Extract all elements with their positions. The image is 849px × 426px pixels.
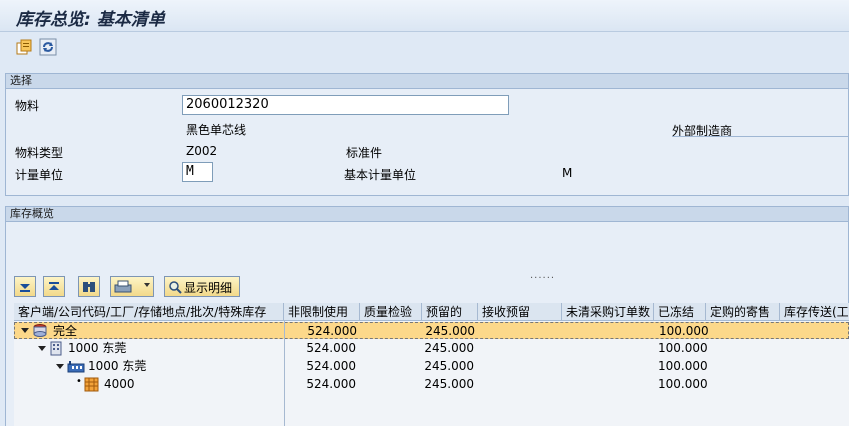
refresh-icon[interactable] (39, 38, 57, 56)
column-header-stock-transfer[interactable]: 库存传送(工 (780, 303, 849, 321)
row-label: 1000 东莞 (88, 359, 147, 373)
magnifier-icon (169, 281, 182, 294)
table-row[interactable]: 完全 524.000 245.000 100.000 (14, 322, 849, 339)
material-type-description: 标准件 (346, 146, 383, 160)
material-type-value: Z002 (186, 144, 218, 158)
title-bar: 库存总览: 基本清单 (0, 0, 849, 32)
show-details-label: 显示明细 (184, 281, 233, 295)
reserved-value: 245.000 (425, 324, 475, 338)
material-description: 黑色单芯线 (186, 123, 247, 137)
divider (672, 136, 849, 137)
expand-all-button[interactable] (14, 276, 36, 297)
column-header-reserved[interactable]: 预留的 (422, 303, 478, 321)
plant-factory-icon (67, 360, 85, 376)
selection-header: 选择 (6, 74, 848, 89)
unrestricted-value: 524.000 (306, 377, 356, 391)
leaf-node-bullet-icon: • (76, 376, 82, 387)
storage-location-icon (84, 377, 99, 395)
find-button[interactable] (78, 276, 100, 297)
column-header-blocked[interactable]: 已冻结 (654, 303, 706, 321)
company-code-icon (49, 341, 63, 359)
expand-all-icon (20, 284, 30, 292)
column-header-receipt-reservations[interactable]: 接收预留 (478, 303, 562, 321)
application-toolbar (0, 32, 849, 62)
reserved-value: 245.000 (424, 377, 474, 391)
base-uom-value: M (562, 166, 573, 180)
blocked-value: 100.000 (658, 377, 708, 391)
stock-tree-grid: 客户端/公司代码/工厂/存储地点/批次/特殊库存 非限制使用 质量检验 预留的 … (14, 303, 849, 426)
blocked-value: 100.000 (658, 359, 708, 373)
show-details-button[interactable]: 显示明细 (164, 276, 240, 297)
table-row[interactable]: 1000 东莞 524.000 245.000 100.000 (14, 358, 849, 375)
print-button[interactable] (110, 276, 154, 297)
unrestricted-value: 524.000 (306, 341, 356, 355)
material-input[interactable]: 2060012320 (182, 95, 509, 115)
row-label: 1000 东莞 (68, 341, 127, 355)
row-label: 4000 (104, 377, 135, 391)
collapse-all-button[interactable] (43, 276, 65, 297)
base-uom-label: 基本计量单位 (344, 168, 417, 182)
reserved-value: 245.000 (424, 341, 474, 355)
grid-header: 客户端/公司代码/工厂/存储地点/批次/特殊库存 非限制使用 质量检验 预留的 … (14, 303, 849, 321)
column-header-open-po-qty[interactable]: 未清采购订单数 (562, 303, 654, 321)
table-row[interactable]: • 4000 524.000 245.000 100.000 (14, 376, 849, 393)
uom-input[interactable]: M (182, 162, 213, 182)
collapse-node-icon[interactable] (56, 364, 64, 369)
dropdown-arrow-icon[interactable] (144, 283, 150, 287)
row-label: 完全 (53, 324, 78, 338)
splitter-handle[interactable]: ...... (530, 270, 555, 281)
column-divider (284, 321, 285, 426)
blocked-value: 100.000 (658, 341, 708, 355)
collapse-all-icon (49, 282, 59, 290)
column-header-hierarchy[interactable]: 客户端/公司代码/工厂/存储地点/批次/特殊库存 (14, 303, 284, 321)
material-label: 物料 (15, 99, 40, 113)
column-header-consignment-ordered[interactable]: 定购的寄售 (706, 303, 780, 321)
collapse-node-icon[interactable] (21, 328, 29, 333)
stock-overview-header: 库存概览 (6, 207, 848, 222)
blocked-value: 100.000 (659, 324, 709, 338)
column-header-quality-inspection[interactable]: 质量检验 (360, 303, 422, 321)
reserved-value: 245.000 (424, 359, 474, 373)
client-database-icon (32, 324, 48, 341)
page-title: 库存总览: 基本清单 (16, 10, 165, 30)
unrestricted-value: 524.000 (306, 359, 356, 373)
copy-document-icon[interactable] (15, 38, 33, 56)
binoculars-icon (83, 282, 95, 292)
material-type-label: 物料类型 (15, 146, 64, 160)
table-row[interactable]: 1000 东莞 524.000 245.000 100.000 (14, 340, 849, 357)
printer-icon (114, 280, 132, 293)
column-header-unrestricted[interactable]: 非限制使用 (284, 303, 360, 321)
unrestricted-value: 524.000 (307, 324, 357, 338)
collapse-node-icon[interactable] (38, 346, 46, 351)
uom-label: 计量单位 (15, 168, 64, 182)
